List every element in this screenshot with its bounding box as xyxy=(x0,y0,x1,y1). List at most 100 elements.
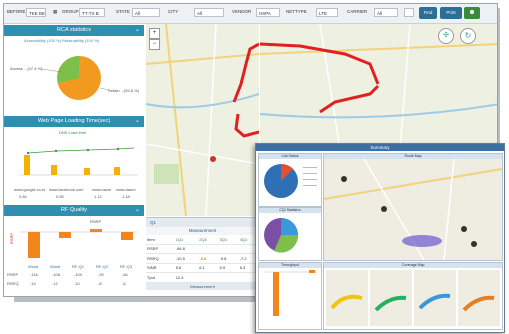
carrier-extra-select[interactable] xyxy=(404,8,414,17)
zoom-out-icon[interactable]: − xyxy=(149,39,160,50)
web-panel-header: Web Page Loading Time(sec) ⌄ xyxy=(4,116,144,127)
rf-r1-c1: -116 xyxy=(30,272,38,277)
table-row[interactable]: SINR 5.6 6.1 5.9 6.3 xyxy=(146,263,259,273)
bar-dns-2 xyxy=(51,165,57,175)
measurement-table: Item 1Q1 2Q1 3Q1 4Q1 RSRP -96.8 RSRQ -10… xyxy=(146,235,259,283)
rf-r1-c2: -108 xyxy=(52,272,61,277)
rf-bar-1 xyxy=(28,232,40,258)
rf-col-3: RF-Q1 xyxy=(72,264,84,269)
table-row[interactable]: Tput 12.4 xyxy=(146,272,259,283)
load-point-1 xyxy=(26,151,30,155)
route-map-extended[interactable]: ✣ ↻ xyxy=(260,24,497,149)
rf-col-2: Worst xyxy=(50,264,61,269)
collapse-icon[interactable]: ⌄ xyxy=(135,25,140,36)
rf-col-1: Worst xyxy=(28,264,39,269)
web-val-4: 1.18 xyxy=(122,194,130,199)
coverage-maps xyxy=(326,270,500,326)
report-title: Summary xyxy=(256,144,504,151)
web-col-1: www.google.co.kr xyxy=(14,187,46,192)
table-header-title: Measurement xyxy=(146,227,259,235)
rf-col-4: RF-Q2 xyxy=(96,264,108,269)
rca-title: RCA statistics xyxy=(57,27,91,33)
web-val-2: 0.85 xyxy=(56,194,64,199)
throughput-panel: Throughput xyxy=(258,262,322,330)
load-point-3 xyxy=(86,148,90,152)
rf-r2-c1: -14 xyxy=(30,281,36,286)
rf-r1-c4: -92 xyxy=(98,272,104,277)
filter-label-carrier: CARRIER xyxy=(347,9,368,14)
bar-dns-3 xyxy=(84,168,90,175)
rf-r1-c3: -100 xyxy=(74,272,83,277)
rf-bar-2 xyxy=(59,232,71,238)
rf-col-5: RF-Q3 xyxy=(120,264,132,269)
filter-toolbar: BEFORE TKE BE ▦ GROUP TT-TX B STATE All … xyxy=(4,4,497,24)
filter-label-group: GROUP xyxy=(62,9,79,14)
filter-label-before: BEFORE xyxy=(7,9,26,14)
rf-bar-3 xyxy=(90,229,102,232)
rf-axis-label: RSRP xyxy=(9,232,15,245)
site-icon xyxy=(341,176,347,182)
tput-bar-2 xyxy=(309,270,315,273)
state-select[interactable]: All xyxy=(132,8,160,17)
find-button[interactable]: Find xyxy=(419,7,437,19)
legend-line-1 xyxy=(303,167,317,168)
summary-report-window[interactable]: Summary Call Status CQI Statistics Route… xyxy=(255,143,505,333)
city-select[interactable]: All xyxy=(194,8,224,17)
route-map-panel[interactable]: Route Map xyxy=(323,153,503,261)
group-select[interactable]: TT-TX B xyxy=(79,8,105,17)
pie-label-retain: Retain ...(52.6 %) xyxy=(108,88,140,93)
bar-dns-1 xyxy=(24,155,30,175)
zoom-in-icon[interactable]: + xyxy=(149,28,160,39)
refresh-icon[interactable]: ↻ xyxy=(460,28,476,44)
table-header-row: Item 1Q1 2Q1 3Q1 4Q1 xyxy=(146,235,259,245)
web-col-2: www.facebook.com xyxy=(49,187,84,192)
rf-r1-c5: -84 xyxy=(122,272,128,277)
nettype-select[interactable]: LTE xyxy=(316,8,338,17)
rf-title: RF Quality xyxy=(61,207,87,213)
print-button[interactable]: Print xyxy=(440,7,462,19)
table-row[interactable]: RSRQ -10.5 -8.6 -9.8 -7.2 xyxy=(146,253,259,264)
site-marker[interactable] xyxy=(210,156,216,162)
coverage-map-panel[interactable]: Coverage Map xyxy=(323,262,503,330)
calendar-icon[interactable]: ▦ xyxy=(53,9,57,15)
collapse-icon[interactable]: ⌄ xyxy=(135,205,140,216)
vendor-select[interactable]: HSPA xyxy=(256,8,280,17)
rf-bar-chart xyxy=(20,229,138,258)
rf-bar-4 xyxy=(121,232,133,240)
pie-slice-c xyxy=(281,218,298,235)
tput-bar-1 xyxy=(273,272,279,316)
compass-icon[interactable]: ✣ xyxy=(438,28,454,44)
report-map xyxy=(324,159,502,260)
web-val-3: 1.12 xyxy=(94,194,102,199)
table-row[interactable]: RSRP -96.8 xyxy=(146,244,259,254)
before-select[interactable]: TKE BE xyxy=(26,8,46,17)
web-title: Web Page Loading Time(sec) xyxy=(37,118,111,124)
cqi-pie xyxy=(264,218,299,253)
filter-label-state: STATE xyxy=(116,9,130,14)
table-tab[interactable]: Q1 xyxy=(146,218,259,227)
rf-r2-c3: -10 xyxy=(74,281,80,286)
map-background xyxy=(146,24,259,216)
rf-r2-c4: -8 xyxy=(98,281,102,286)
call-status-panel: Call Status xyxy=(258,153,322,207)
rca-panel-header: RCA statistics ⌄ xyxy=(4,25,144,36)
call-status-pie xyxy=(264,164,317,198)
th-col1: 1Q1 xyxy=(174,235,199,245)
carrier-select[interactable]: All xyxy=(374,8,398,17)
park-area xyxy=(154,164,179,184)
load-point-2 xyxy=(54,149,58,153)
route-map[interactable]: + − xyxy=(146,24,259,216)
site-icon xyxy=(381,206,387,212)
site-icon xyxy=(471,241,477,247)
th-item: Item xyxy=(146,235,175,245)
web-col-4: www.daum xyxy=(116,187,136,192)
th-col2: 2Q1 xyxy=(198,235,219,245)
collapse-icon[interactable]: ⌄ xyxy=(135,116,140,127)
cqi-statistics-panel: CQI Statistics xyxy=(258,207,322,261)
filter-label-city: CITY xyxy=(168,9,179,14)
web-val-1: 0.84 xyxy=(19,194,27,199)
pie-label-access: Access ...(47.4 %) xyxy=(10,66,43,71)
web-load-chart xyxy=(20,147,138,176)
user-icon[interactable]: ☻ xyxy=(464,7,480,19)
rf-r2-c2: -12 xyxy=(52,281,58,286)
